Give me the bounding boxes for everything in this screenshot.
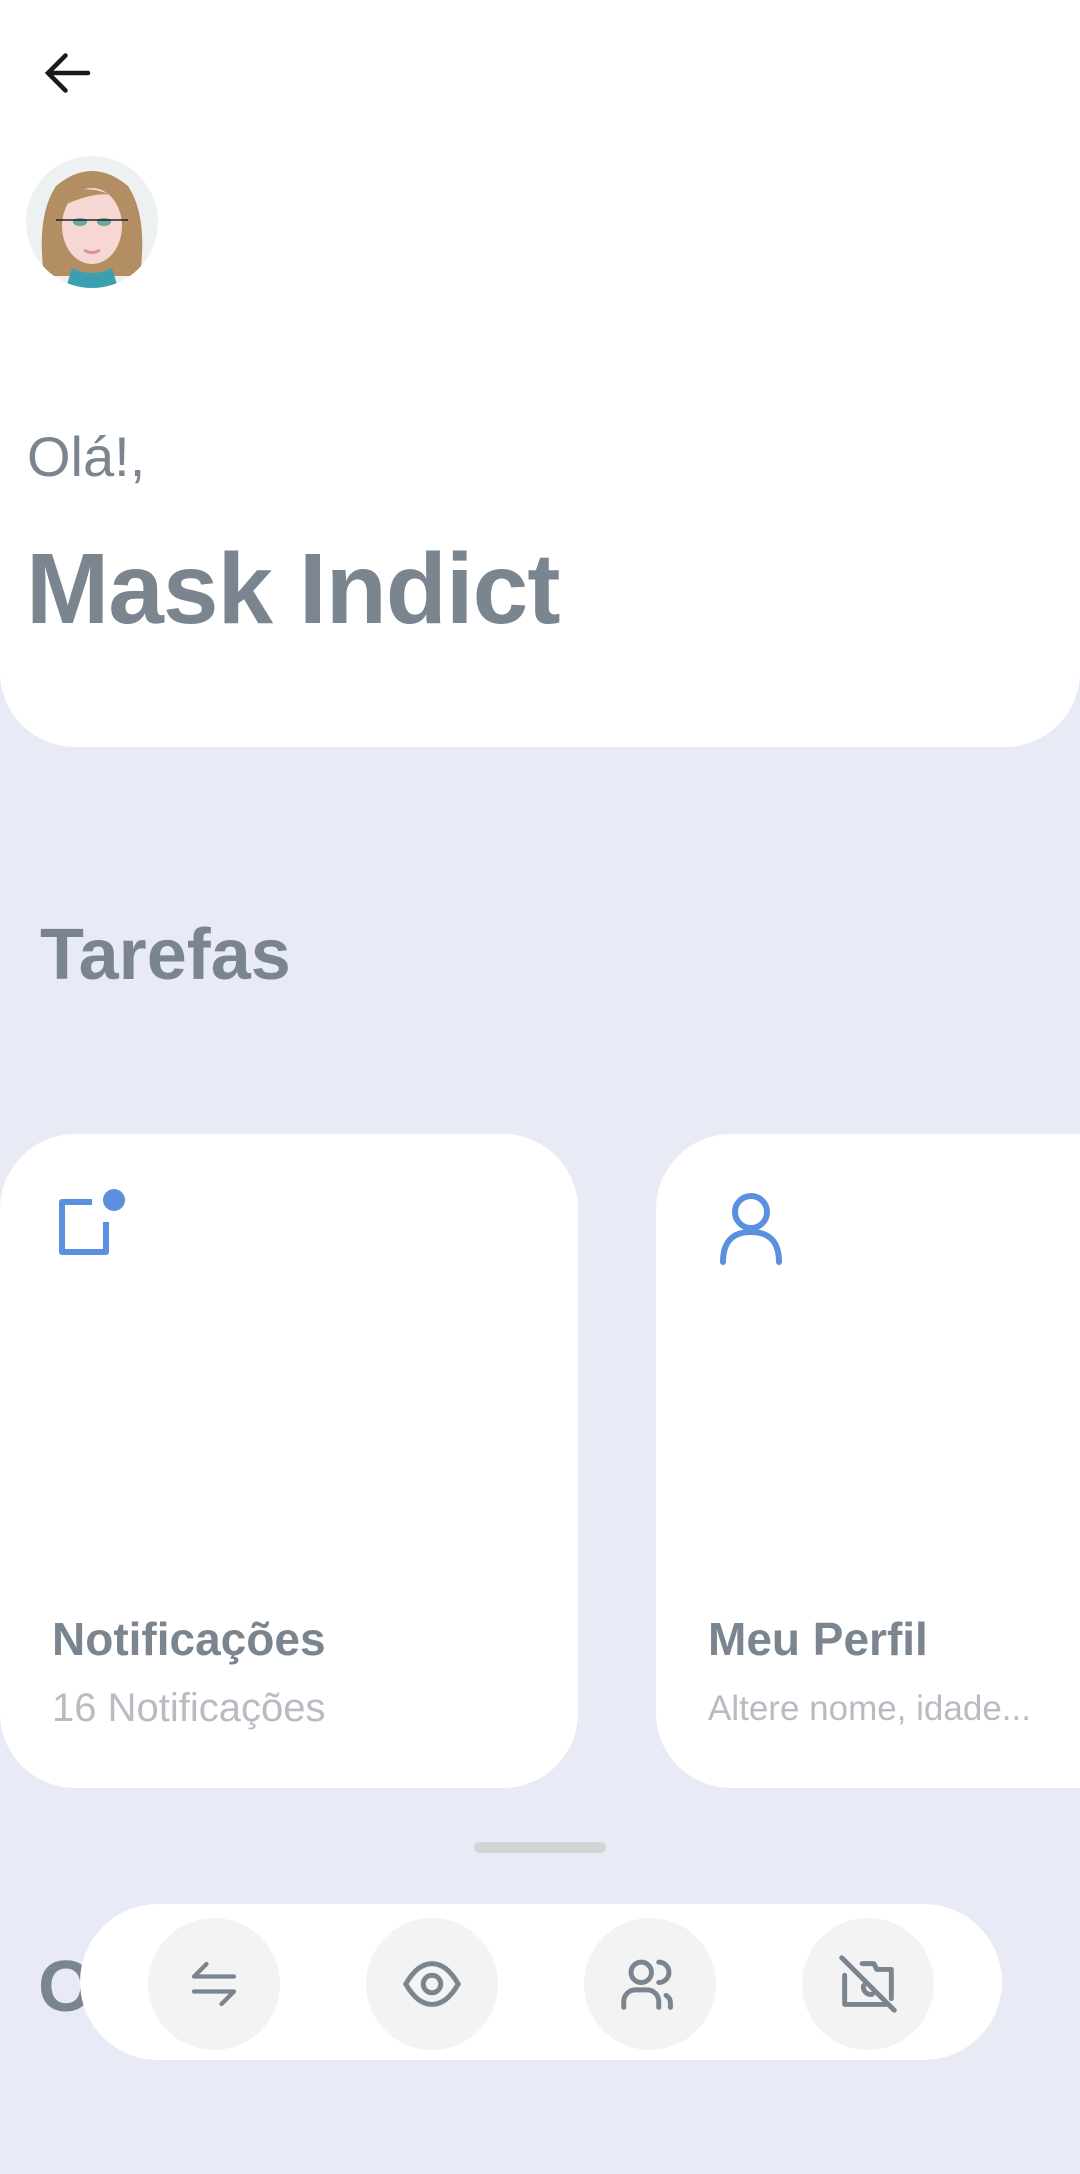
back-arrow-icon[interactable] [38, 43, 98, 103]
users-button[interactable] [584, 1918, 716, 2050]
camera-off-button[interactable] [802, 1918, 934, 2050]
card-subtitle: 16 Notificações [52, 1686, 326, 1730]
bottom-action-bar [80, 1904, 1002, 2060]
greeting: Olá!, [27, 425, 146, 488]
view-button[interactable] [366, 1918, 498, 2050]
card-title: Notificações [52, 1613, 326, 1665]
card-profile[interactable]: Meu Perfil Altere nome, idade... [656, 1134, 1080, 1788]
swap-button[interactable] [148, 1918, 280, 2050]
camera-off-icon [839, 1955, 897, 2013]
notification-badge-icon [59, 1189, 125, 1255]
card-subtitle: Altere nome, idade... [708, 1689, 1031, 1728]
user-name: Mask Indict [26, 533, 561, 645]
eye-icon [402, 1961, 462, 2007]
users-icon [621, 1959, 673, 2010]
person-icon [720, 1193, 782, 1265]
drag-handle[interactable] [474, 1842, 606, 1853]
header-card: Olá!, Mask Indict [0, 0, 1080, 747]
card-title: Meu Perfil [708, 1613, 928, 1665]
section-title: Tarefas [40, 915, 291, 995]
swap-arrows-icon [191, 1961, 237, 2007]
card-notifications[interactable]: Notificações 16 Notificações [0, 1134, 578, 1788]
avatar[interactable] [26, 156, 158, 288]
